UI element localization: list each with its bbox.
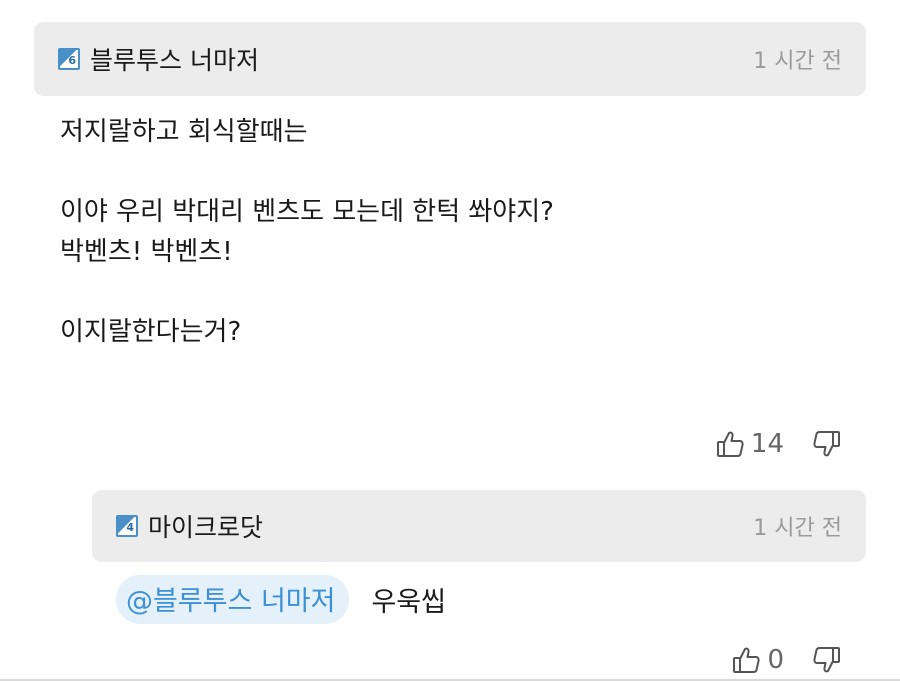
like-count: 14 <box>750 429 784 459</box>
thumbs-up-icon[interactable] <box>731 645 761 675</box>
thumbs-down-icon[interactable] <box>812 645 842 675</box>
thumbs-up-icon[interactable] <box>715 429 745 459</box>
comment-line: 박벤츠! 박벤츠! <box>60 237 233 267</box>
reply-body: @블루투스 너마저 우욱씹 <box>116 574 446 624</box>
level-number: 6 <box>68 54 76 67</box>
reply-text: 우욱씹 <box>371 586 446 618</box>
comment-author[interactable]: 블루투스 너마저 <box>90 41 753 77</box>
level-badge-icon: 6 <box>58 48 80 70</box>
comment-body: 저지랄하고 회식할때는 이야 우리 박대리 벤츠도 모는데 한턱 쏴야지? 박벤… <box>60 112 860 352</box>
level-number: 4 <box>126 521 134 534</box>
comment-line: 저지랄하고 회식할때는 <box>60 117 308 147</box>
comment-line: 이지랄한다는거? <box>60 317 242 347</box>
reply-author[interactable]: 마이크로닷 <box>148 508 753 544</box>
level-badge-icon: 4 <box>116 515 138 537</box>
thumbs-down-icon[interactable] <box>812 429 842 459</box>
comment-line <box>60 152 860 192</box>
comment-line <box>60 272 860 312</box>
mention-tag[interactable]: @블루투스 너마저 <box>116 574 350 624</box>
comment-votes: 14 <box>715 424 842 464</box>
comment-time: 1 시간 전 <box>753 49 842 74</box>
reply-header: 4 마이크로닷 1 시간 전 <box>92 490 866 562</box>
comment-header: 6 블루투스 너마저 1 시간 전 <box>34 22 866 96</box>
reply-votes: 0 <box>731 640 842 680</box>
comment-line: 이야 우리 박대리 벤츠도 모는데 한턱 쏴야지? <box>60 197 554 227</box>
reply-time: 1 시간 전 <box>753 516 842 541</box>
like-count: 0 <box>767 645 784 675</box>
